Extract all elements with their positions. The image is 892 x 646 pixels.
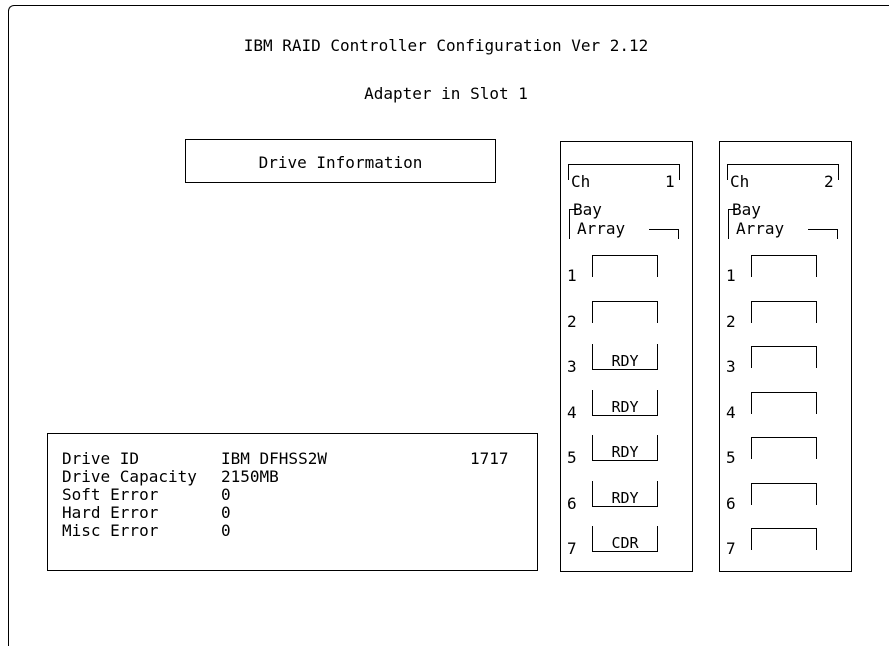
bay-number: 1 [726, 266, 736, 285]
array-bracket-right [837, 229, 838, 239]
bay-slot[interactable]: RDY [592, 480, 658, 507]
channel-panel-1: Ch 1 Bay Array 1 2 3 RDY 4 RDY 5 RDY 6 RDY 7 CDR [560, 141, 693, 572]
bay-number: 4 [726, 402, 736, 422]
channel-label: Ch [730, 172, 750, 191]
detail-value: IBM DFHSS2W [221, 449, 327, 468]
channel-bracket-left [727, 164, 728, 180]
detail-value: 0 [221, 521, 231, 540]
channel-bracket-top [568, 164, 680, 165]
array-bracket-right [678, 229, 679, 239]
array-bracket-top [808, 229, 838, 230]
page-title: IBM RAID Controller Configuration Ver 2.… [243, 36, 649, 55]
bay-number: 7 [567, 539, 577, 558]
bay-number: 6 [726, 493, 736, 513]
detail-label: Misc Error [62, 521, 159, 540]
bay-number: 2 [567, 311, 577, 331]
bay-slot[interactable] [751, 255, 817, 277]
bay-slot[interactable]: CDR [592, 526, 658, 552]
bay-bracket-left [569, 209, 570, 239]
bay-number: 5 [567, 448, 577, 467]
detail-label: Drive ID [62, 449, 140, 468]
drive-detail-panel: Drive ID IBM DFHSS2W 1717 Drive Capacity 215… [47, 433, 538, 571]
adapter-subtitle: Adapter in Slot 1 [364, 84, 528, 103]
bay-number: 7 [726, 539, 736, 558]
channel-number: 1 [665, 172, 675, 191]
bay-number: 2 [726, 311, 736, 331]
bay-slot[interactable] [751, 437, 817, 459]
bay-slot[interactable] [751, 300, 817, 323]
channel-bracket-right [838, 164, 839, 180]
channel-bracket-right [679, 164, 680, 180]
array-label: Array [577, 219, 626, 238]
array-label: Array [736, 219, 785, 238]
bay-status: RDY [611, 397, 639, 416]
bay-number: 5 [726, 448, 736, 467]
bay-status: RDY [611, 488, 639, 507]
array-bracket-top [649, 229, 679, 230]
channel-bracket-left [568, 164, 569, 180]
detail-value: 2150MB [221, 467, 279, 486]
detail-label: Soft Error [62, 485, 159, 504]
channel-panel-2: Ch 2 Bay Array 1 2 3 4 5 6 7 [719, 141, 852, 572]
channel-label: Ch [571, 172, 591, 191]
detail-label: Hard Error [62, 503, 159, 522]
bay-number: 1 [567, 266, 577, 285]
bay-slot[interactable] [751, 346, 817, 368]
bay-number: 4 [567, 402, 577, 422]
bay-bracket-left [728, 209, 729, 239]
bay-slot[interactable] [751, 482, 817, 505]
bay-slot[interactable] [751, 528, 817, 550]
bay-status: RDY [611, 352, 639, 370]
bay-slot[interactable] [751, 391, 817, 414]
bay-label: Bay [732, 200, 761, 219]
drive-information-header: Drive Information [185, 139, 496, 183]
bay-number: 6 [567, 493, 577, 513]
bay-number: 3 [567, 357, 577, 376]
bay-label: Bay [573, 200, 602, 219]
bay-slot[interactable] [592, 300, 658, 323]
detail-extra: 1717 [470, 449, 509, 468]
bay-slot[interactable]: RDY [592, 389, 658, 416]
bay-slot[interactable]: RDY [592, 435, 658, 461]
drive-information-title: Drive Information [258, 153, 423, 172]
channel-number: 2 [824, 172, 834, 191]
detail-value: 0 [221, 485, 231, 504]
bay-slot[interactable] [592, 255, 658, 277]
detail-value: 0 [221, 503, 231, 522]
detail-label: Drive Capacity [62, 467, 197, 486]
bay-number: 3 [726, 357, 736, 376]
bay-slot[interactable]: RDY [592, 344, 658, 370]
bay-status: CDR [611, 534, 639, 552]
bay-status: RDY [611, 443, 639, 461]
channel-bracket-top [727, 164, 839, 165]
